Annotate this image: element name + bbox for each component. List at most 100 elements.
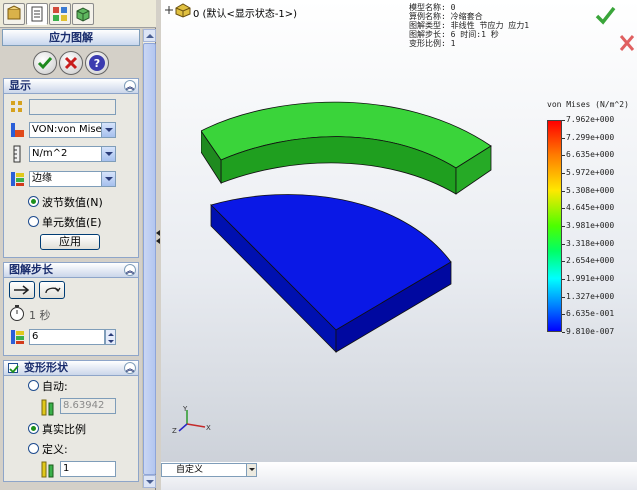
part-icon: [175, 3, 191, 18]
legend-value: 5.308e+000: [566, 185, 615, 195]
legend-value: 4.645e+000: [566, 203, 615, 213]
tab-configuration-manager[interactable]: [49, 3, 71, 25]
collapse-chevron-icon[interactable]: ︽: [124, 80, 136, 92]
collapse-chevron-icon[interactable]: ︽: [124, 362, 136, 374]
display-section-header[interactable]: 显示 ︽: [3, 78, 139, 94]
tab-simulation-manager[interactable]: [72, 3, 94, 25]
scroll-up-icon[interactable]: [143, 29, 156, 42]
legend-value: 2.654e+000: [566, 256, 615, 266]
dropdown-arrow-icon[interactable]: [101, 172, 115, 186]
arrow-right-icon: [14, 285, 30, 295]
component-field[interactable]: [29, 99, 116, 115]
stress-model-3d[interactable]: [201, 90, 501, 370]
fringe-display-icon: [11, 172, 24, 186]
plot-step-section-title: 图解步长: [9, 263, 53, 276]
legend-tick: [562, 226, 565, 227]
ok-button[interactable]: [33, 51, 57, 75]
dropdown-arrow-icon[interactable]: [101, 123, 115, 137]
legend-value: 3.318e+000: [566, 238, 615, 248]
red-x-icon: [64, 56, 78, 70]
deform-scale-info: 变形比例: 1: [409, 39, 456, 48]
radio-auto-scale[interactable]: [28, 380, 39, 391]
display-section-body: VON:von Mises 应 N/m^2 边缘 波节数值(N) 单元数值(E)…: [3, 94, 139, 258]
legend-value: 3.981e+000: [566, 221, 615, 230]
deform-section-title: 变形形状: [24, 361, 68, 374]
legend-color-bar: [547, 120, 562, 332]
checkmark-icon: [9, 365, 19, 374]
legend-tick: [562, 314, 565, 316]
cancel-button[interactable]: [59, 51, 83, 75]
tab-property-manager[interactable]: [26, 3, 48, 25]
step-spinner[interactable]: [105, 329, 116, 345]
collapse-chevron-icon[interactable]: ︽: [124, 264, 136, 276]
legend-tick: [562, 279, 565, 280]
deform-scale-icon: [41, 461, 54, 478]
scroll-down-icon[interactable]: [143, 475, 156, 488]
apply-button[interactable]: 应用: [40, 234, 100, 250]
legend-value: 7.962e+000: [566, 115, 615, 124]
radio-element-values[interactable]: [28, 216, 39, 227]
legend-value: 5.972e+000: [566, 168, 615, 177]
deform-enable-checkbox[interactable]: [8, 363, 19, 374]
step-loop-button[interactable]: [39, 281, 65, 299]
help-button[interactable]: ?: [85, 51, 109, 75]
plot-step-section-header[interactable]: 图解步长 ︽: [3, 262, 139, 278]
scroll-thumb[interactable]: [143, 43, 156, 475]
plot-step-info: 图解步长: 6 时间:1 秒: [409, 30, 499, 39]
legend-tick: [562, 137, 565, 139]
graphics-viewport[interactable]: 0 (默认<显示状态-1>) 模型名称: 0 算例名称: 冷缩套合 图解类型: …: [161, 0, 637, 490]
tab-feature-manager[interactable]: [3, 3, 25, 25]
legend-title: von Mises (N/m^2): [547, 100, 629, 109]
legend-tick: [562, 332, 565, 333]
splitter-left-icon[interactable]: [156, 230, 160, 236]
dropdown-arrow-icon[interactable]: [101, 147, 115, 161]
deform-section-header[interactable]: 变形形状 ︽: [3, 360, 139, 376]
legend-tick: [562, 155, 565, 157]
radio-element-label: 单元数值(E): [42, 216, 102, 229]
splitter-left-icon[interactable]: [156, 238, 160, 244]
radio-nodal-label: 波节数值(N): [42, 196, 103, 209]
auto-scale-field[interactable]: 8.63942: [60, 398, 116, 414]
radio-defined-label: 定义:: [42, 443, 68, 456]
panel-title: 应力图解: [2, 29, 140, 46]
component-select-icon: [11, 101, 22, 112]
step-forward-button[interactable]: [9, 281, 35, 299]
deform-scale-icon: [41, 399, 54, 416]
simulation-cube-icon: [76, 7, 90, 22]
view-orientation-select[interactable]: 自定义: [161, 463, 257, 477]
legend-value: 9.810e-007: [566, 327, 615, 336]
feature-tree-icon: [7, 5, 21, 20]
display-mode-select[interactable]: 边缘: [29, 171, 116, 187]
legend-tick: [562, 173, 565, 174]
green-checkmark-icon[interactable]: [593, 4, 617, 28]
radio-true-scale[interactable]: [28, 423, 39, 434]
legend-tick: [562, 243, 565, 245]
radio-defined-scale[interactable]: [28, 443, 39, 454]
radio-auto-label: 自动:: [42, 380, 68, 393]
units-select[interactable]: N/m^2: [29, 146, 116, 162]
loop-arrow-icon: [45, 287, 61, 294]
green-checkmark-icon: [37, 57, 53, 70]
svg-text:Y: Y: [182, 405, 188, 413]
configuration-icon: [53, 7, 67, 21]
deform-section-body: 自动: 8.63942 真实比例 定义: 1: [3, 376, 139, 482]
red-x-icon[interactable]: [617, 32, 637, 54]
panel-scrollbar[interactable]: [142, 29, 156, 488]
legend-tick: [562, 120, 565, 121]
dropdown-arrow-icon[interactable]: [246, 464, 256, 476]
stopwatch-icon: [10, 305, 24, 321]
legend-tick: [562, 296, 565, 298]
defined-scale-input[interactable]: 1: [60, 461, 116, 477]
plot-step-section-body: 1 秒 6: [3, 278, 139, 356]
time-value: 1 秒: [29, 309, 51, 322]
property-sheet-icon: [31, 6, 43, 22]
display-section-title: 显示: [9, 79, 31, 92]
feature-tree-root[interactable]: 0 (默认<显示状态-1>): [193, 5, 297, 20]
model-name-info: 模型名称: 0: [409, 3, 456, 12]
step-number-icon: [11, 330, 24, 344]
result-type-select[interactable]: VON:von Mises 应: [29, 122, 116, 138]
step-number-input[interactable]: 6: [29, 329, 105, 345]
help-question-icon: ?: [89, 55, 105, 71]
radio-nodal-values[interactable]: [28, 196, 39, 207]
legend-tick: [562, 208, 565, 210]
